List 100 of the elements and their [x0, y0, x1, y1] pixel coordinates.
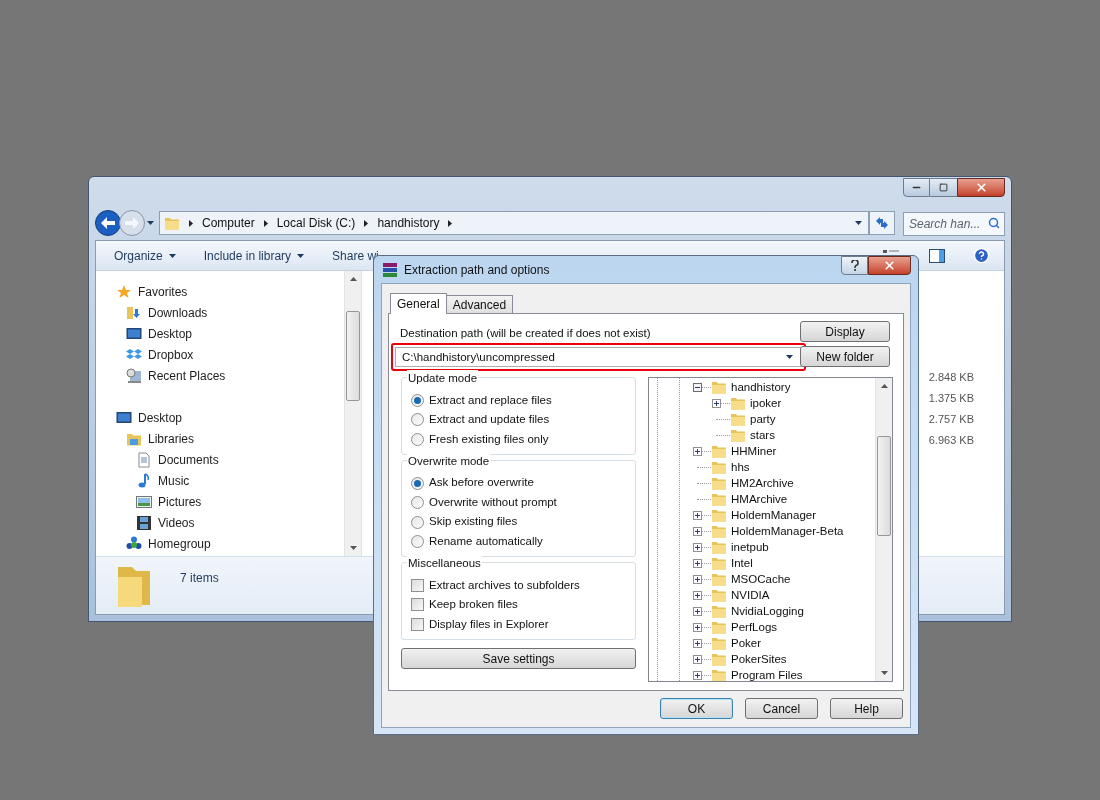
nav-item[interactable]: Music — [96, 470, 344, 491]
tree-item[interactable]: HM2Archive — [731, 474, 794, 492]
minimize-button[interactable] — [903, 178, 930, 197]
address-bar[interactable]: Computer Local Disk (C:) handhistory — [159, 211, 869, 236]
option-label: Overwrite without prompt — [429, 494, 557, 510]
tree-item[interactable]: party — [750, 410, 776, 428]
folder-icon — [711, 523, 727, 540]
expand-toggle[interactable] — [693, 510, 702, 520]
scroll-down-arrow-icon[interactable] — [880, 671, 888, 676]
back-button[interactable] — [95, 210, 121, 237]
breadcrumb-item[interactable]: Local Disk (C:) — [276, 214, 356, 233]
tree-item[interactable]: NVIDIA — [731, 586, 770, 604]
nav-item[interactable]: Desktop — [96, 407, 344, 428]
dialog-button[interactable]: Cancel — [745, 698, 818, 719]
dialog-button[interactable]: Help — [830, 698, 903, 719]
breadcrumb-item[interactable]: handhistory — [377, 214, 440, 233]
preview-pane-icon[interactable] — [929, 248, 945, 263]
toolbar-button[interactable]: Organize — [114, 246, 176, 265]
option-label: Keep broken files — [429, 597, 518, 613]
breadcrumb-item[interactable]: Computer — [202, 214, 255, 233]
nav-item[interactable]: Downloads — [96, 302, 344, 323]
radio-button[interactable] — [411, 515, 424, 529]
nav-item[interactable]: Homegroup — [96, 533, 344, 554]
tree-item[interactable]: stars — [750, 426, 775, 444]
tree-item[interactable]: NvidiaLogging — [731, 602, 804, 620]
expand-toggle[interactable] — [693, 606, 702, 616]
maximize-button[interactable] — [930, 178, 957, 197]
scroll-up-arrow-icon[interactable] — [880, 384, 888, 389]
close-button[interactable] — [957, 178, 1005, 197]
tree-item[interactable]: Program Files — [731, 666, 803, 682]
radio-button[interactable] — [411, 413, 424, 427]
tree-item[interactable]: inetpub — [731, 538, 769, 556]
expand-toggle[interactable] — [693, 446, 702, 456]
option-label: Extract and update files — [429, 412, 550, 428]
nav-item[interactable]: Recent Places — [96, 365, 344, 386]
chevron-icon — [189, 219, 193, 227]
tree-item[interactable]: ipoker — [750, 394, 782, 412]
dialog-button[interactable]: OK — [660, 698, 733, 719]
plus-icon — [695, 592, 700, 598]
refresh-button[interactable] — [869, 211, 895, 236]
tree-item[interactable]: Intel — [731, 554, 753, 572]
scrollbar-thumb[interactable] — [346, 311, 360, 401]
tree-item[interactable]: hhs — [731, 458, 750, 476]
tab[interactable]: Advanced — [445, 295, 514, 313]
checkbox[interactable] — [411, 598, 424, 612]
nav-item[interactable]: Desktop — [96, 323, 344, 344]
radio-button[interactable] — [411, 393, 424, 407]
radio-button[interactable] — [411, 432, 424, 446]
expand-toggle[interactable] — [693, 558, 702, 568]
expand-toggle[interactable] — [693, 638, 702, 648]
nav-item[interactable]: Videos — [96, 512, 344, 533]
radio-button[interactable] — [411, 496, 424, 509]
folder-icon — [730, 411, 746, 428]
tab[interactable]: General — [390, 293, 447, 314]
back-arrow-icon — [101, 217, 115, 230]
nav-item[interactable]: Favorites — [96, 281, 344, 302]
tree-item[interactable]: HoldemManager-Beta — [731, 522, 844, 540]
tree-item[interactable]: HoldemManager — [731, 506, 816, 524]
save-settings-button[interactable]: Save settings — [401, 648, 636, 669]
search-field[interactable]: Search han... — [903, 212, 1005, 237]
scroll-down-arrow-icon[interactable] — [349, 546, 357, 550]
nav-item[interactable]: Documents — [96, 449, 344, 470]
radio-button[interactable] — [411, 476, 424, 490]
expand-toggle[interactable] — [693, 526, 702, 536]
scrollbar[interactable] — [344, 271, 361, 556]
expand-toggle[interactable] — [712, 398, 721, 408]
tree-item[interactable]: handhistory — [731, 378, 791, 396]
expand-toggle[interactable] — [693, 542, 702, 552]
collapse-toggle[interactable] — [693, 382, 702, 392]
side-button[interactable]: Display — [800, 321, 890, 342]
scroll-up-arrow-icon[interactable] — [349, 277, 357, 281]
search-icon — [988, 217, 1000, 230]
toolbar-button[interactable]: Include in library — [203, 246, 305, 265]
expand-toggle[interactable] — [693, 622, 702, 632]
tree-item[interactable]: PokerSites — [731, 650, 787, 668]
expand-toggle[interactable] — [693, 670, 702, 680]
tree-item[interactable]: HHMiner — [731, 442, 777, 460]
close-button[interactable] — [868, 256, 911, 275]
nav-item[interactable]: Pictures — [96, 491, 344, 512]
checkbox[interactable] — [411, 617, 424, 631]
expand-toggle[interactable] — [693, 654, 702, 664]
monitor-icon — [126, 325, 142, 342]
scrollbar-thumb[interactable] — [877, 436, 891, 537]
side-button[interactable]: New folder — [800, 346, 890, 367]
tree-item[interactable]: MSOCache — [731, 570, 791, 588]
nav-item[interactable]: Libraries — [96, 428, 344, 449]
folder-icon — [711, 619, 727, 636]
tree-item[interactable]: HMArchive — [731, 490, 788, 508]
help-button[interactable] — [841, 256, 868, 275]
scrollbar[interactable] — [875, 378, 892, 682]
tree-item[interactable]: PerfLogs — [731, 618, 778, 636]
checkbox[interactable] — [411, 578, 424, 592]
expand-toggle[interactable] — [693, 574, 702, 584]
tree-item[interactable]: Poker — [731, 634, 762, 652]
nav-item[interactable]: Dropbox — [96, 344, 344, 365]
radio-button[interactable] — [411, 535, 424, 548]
expand-toggle[interactable] — [693, 590, 702, 600]
folder-icon — [711, 507, 727, 524]
destination-path-field[interactable]: C:\handhistory\uncompressed — [395, 347, 802, 368]
help-icon[interactable] — [973, 247, 990, 264]
